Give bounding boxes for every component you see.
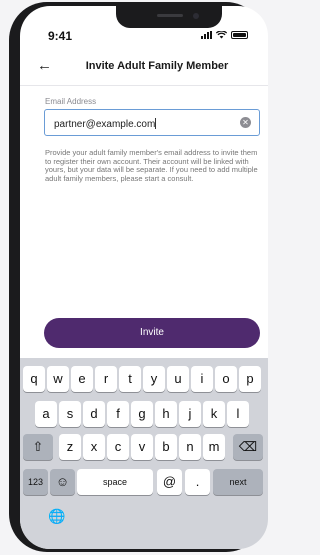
key-e[interactable]: e	[71, 366, 93, 392]
nav-divider	[20, 85, 268, 86]
key-h[interactable]: h	[155, 401, 177, 427]
back-arrow-icon[interactable]: ←	[37, 57, 52, 74]
key-i[interactable]: i	[191, 366, 213, 392]
key-f[interactable]: f	[107, 401, 129, 427]
phone-frame: 9:41 ← Invite Adult Family Member Email …	[9, 2, 268, 552]
shift-key-icon[interactable]: ⇧	[23, 434, 53, 460]
nav-bar: ← Invite Adult Family Member	[20, 52, 268, 80]
signal-icon	[201, 31, 212, 39]
key-p[interactable]: p	[239, 366, 261, 392]
at-key[interactable]: @	[157, 469, 182, 495]
key-o[interactable]: o	[215, 366, 237, 392]
next-key[interactable]: next	[213, 469, 263, 495]
key-c[interactable]: c	[107, 434, 129, 460]
key-g[interactable]: g	[131, 401, 153, 427]
key-v[interactable]: v	[131, 434, 153, 460]
key-a[interactable]: a	[35, 401, 57, 427]
backspace-icon[interactable]: ⌫	[233, 434, 263, 460]
speaker	[157, 14, 183, 17]
helper-text: Provide your adult family member's email…	[45, 148, 258, 183]
email-field[interactable]: partner@example.com ✕	[44, 109, 260, 136]
key-n[interactable]: n	[179, 434, 201, 460]
space-key[interactable]: space	[77, 469, 153, 495]
key-u[interactable]: u	[167, 366, 189, 392]
numbers-key[interactable]: 123	[23, 469, 48, 495]
key-l[interactable]: l	[227, 401, 249, 427]
key-k[interactable]: k	[203, 401, 225, 427]
emoji-icon[interactable]: ☺	[50, 469, 75, 495]
status-icons	[201, 31, 248, 39]
dot-key[interactable]: .	[185, 469, 210, 495]
key-s[interactable]: s	[59, 401, 81, 427]
key-x[interactable]: x	[83, 434, 105, 460]
key-d[interactable]: d	[83, 401, 105, 427]
clear-icon[interactable]: ✕	[240, 117, 251, 128]
text-caret	[155, 118, 157, 129]
status-time: 9:41	[48, 29, 73, 43]
key-r[interactable]: r	[95, 366, 117, 392]
screen: 9:41 ← Invite Adult Family Member Email …	[20, 6, 268, 549]
key-w[interactable]: w	[47, 366, 69, 392]
email-label: Email Address	[45, 97, 97, 106]
key-b[interactable]: b	[155, 434, 177, 460]
keyboard: q w e r t y u i o p a s d f g h j k l ⇧ …	[20, 358, 268, 549]
key-m[interactable]: m	[203, 434, 225, 460]
email-input-value[interactable]: partner@example.com	[54, 118, 157, 130]
key-j[interactable]: j	[179, 401, 201, 427]
camera	[193, 13, 199, 19]
globe-icon[interactable]: 🌐	[48, 508, 65, 525]
key-t[interactable]: t	[119, 366, 141, 392]
page-title: Invite Adult Family Member	[85, 60, 229, 72]
key-y[interactable]: y	[143, 366, 165, 392]
battery-icon	[231, 31, 248, 39]
key-z[interactable]: z	[59, 434, 81, 460]
wifi-icon	[216, 31, 227, 39]
key-q[interactable]: q	[23, 366, 45, 392]
notch	[116, 6, 222, 28]
invite-button[interactable]: Invite	[44, 318, 260, 348]
